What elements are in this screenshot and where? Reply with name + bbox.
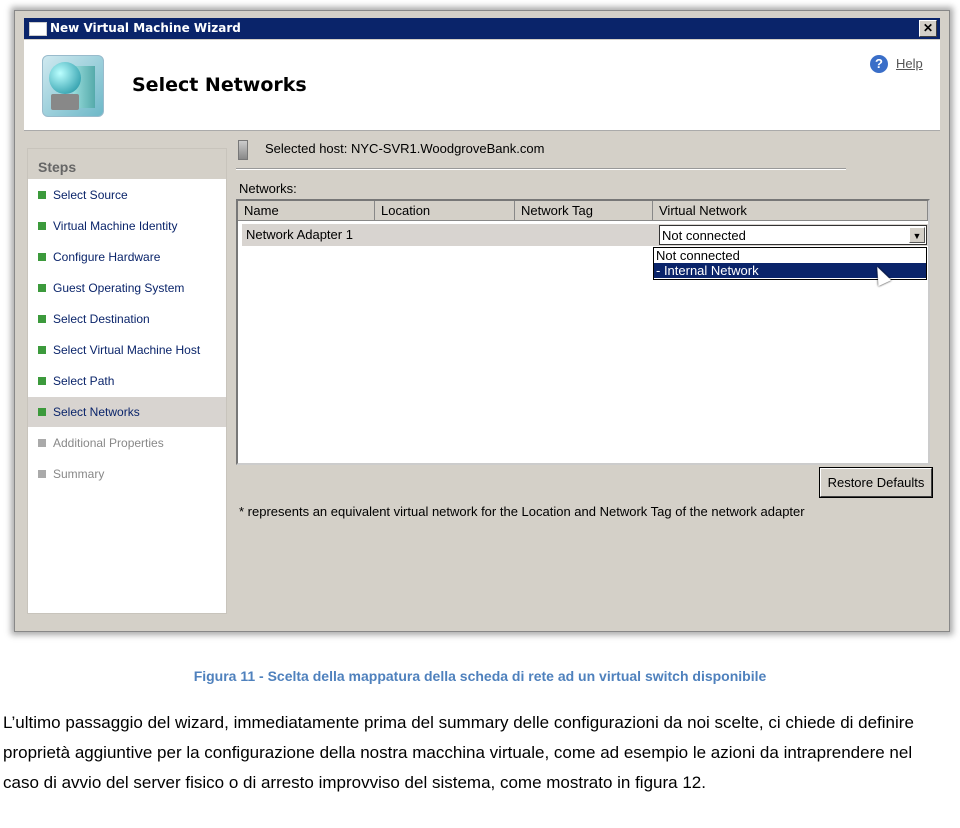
step-label: Summary [53, 467, 105, 481]
help-link[interactable]: Help [896, 56, 923, 71]
figure-caption: Figura 11 - Scelta della mappatura della… [193, 668, 767, 684]
step-item[interactable]: Select Networks [28, 397, 226, 427]
step-item[interactable]: Additional Properties [28, 428, 226, 458]
window-title: New Virtual Machine Wizard [50, 21, 241, 35]
step-item[interactable]: Virtual Machine Identity [28, 211, 226, 241]
step-bullet-icon [38, 377, 46, 385]
title-bar: New Virtual Machine Wizard ✕ [24, 18, 940, 39]
step-label: Select Destination [53, 312, 150, 326]
step-bullet-icon [38, 315, 46, 323]
window-icon [29, 22, 47, 36]
step-label: Guest Operating System [53, 281, 185, 295]
wizard-logo-icon [42, 55, 104, 117]
step-label: Select Source [53, 188, 128, 202]
page-title: Select Networks [132, 74, 307, 96]
virtual-network-select[interactable]: Not connected ▼ [659, 225, 927, 245]
steps-heading: Steps [28, 149, 226, 179]
step-bullet-icon [38, 439, 46, 447]
step-label: Select Path [53, 374, 115, 388]
step-bullet-icon [38, 191, 46, 199]
step-bullet-icon [38, 253, 46, 261]
selected-host: Selected host: NYC-SVR1.WoodgroveBank.co… [265, 141, 545, 156]
step-bullet-icon [38, 470, 46, 478]
step-label: Select Networks [53, 405, 140, 419]
dropdown-arrow-icon[interactable]: ▼ [909, 227, 925, 243]
step-bullet-icon [38, 408, 46, 416]
column-header-virtual-network[interactable]: Virtual Network [653, 201, 928, 221]
step-item[interactable]: Summary [28, 459, 226, 489]
step-label: Additional Properties [53, 436, 164, 450]
step-item[interactable]: Select Virtual Machine Host [28, 335, 226, 365]
wizard-header: Select Networks ? Help [24, 40, 940, 131]
step-item[interactable]: Configure Hardware [28, 242, 226, 272]
host-icon [238, 140, 248, 160]
virtual-network-value: Not connected [662, 228, 746, 243]
step-label: Virtual Machine Identity [53, 219, 178, 233]
footnote: * represents an equivalent virtual netwo… [239, 504, 805, 519]
restore-defaults-button[interactable]: Restore Defaults [820, 468, 932, 497]
separator [236, 168, 846, 170]
close-button[interactable]: ✕ [919, 20, 937, 37]
step-bullet-icon [38, 222, 46, 230]
step-item[interactable]: Select Destination [28, 304, 226, 334]
step-item[interactable]: Guest Operating System [28, 273, 226, 303]
table-row[interactable]: Network Adapter 1 Not connected ▼ [242, 224, 928, 246]
step-label: Select Virtual Machine Host [53, 343, 201, 357]
column-header-name[interactable]: Name [238, 201, 375, 221]
adapter-name: Network Adapter 1 [246, 227, 353, 242]
step-item[interactable]: Select Source [28, 180, 226, 210]
column-header-location[interactable]: Location [375, 201, 515, 221]
networks-label: Networks: [239, 181, 297, 196]
step-bullet-icon [38, 346, 46, 354]
dropdown-option[interactable]: Not connected [654, 248, 926, 263]
step-item[interactable]: Select Path [28, 366, 226, 396]
column-header-network-tag[interactable]: Network Tag [515, 201, 653, 221]
steps-sidebar: Steps Select Source Virtual Machine Ident… [27, 148, 227, 614]
networks-table: Name Location Network Tag Virtual Networ… [236, 199, 930, 465]
help-icon[interactable]: ? [870, 55, 888, 73]
step-label: Configure Hardware [53, 250, 161, 264]
step-bullet-icon [38, 284, 46, 292]
body-paragraph: L’ultimo passaggio del wizard, immediata… [3, 713, 914, 792]
